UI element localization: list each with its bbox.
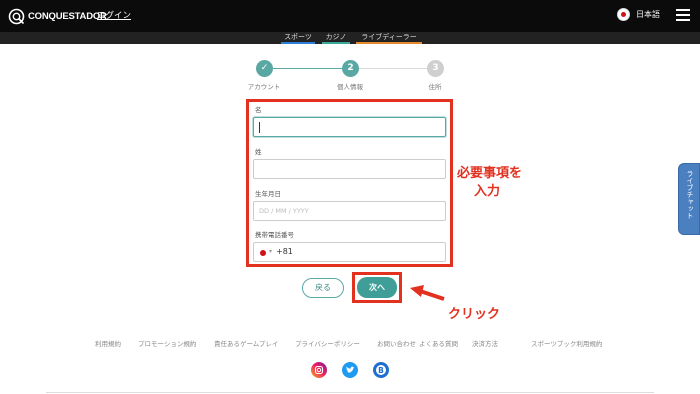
category-tabs: スポーツ カジノ ライブディーラー: [0, 32, 700, 44]
brand-logo[interactable]: CONQUESTADOR: [8, 7, 107, 25]
annotation-arrow-icon: [410, 285, 445, 301]
tab-sports-label: スポーツ: [284, 33, 312, 41]
birthdate-label: 生年月日: [255, 190, 281, 198]
live-chat-label: ライブチャット: [686, 170, 694, 219]
birthdate-input[interactable]: DD / MM / YYYY: [253, 201, 446, 221]
footer-link-contact[interactable]: お問い合わせ: [377, 338, 416, 348]
text-cursor: [259, 122, 260, 133]
brand-logo-text: CONQUESTADOR: [28, 10, 107, 22]
first-name-input[interactable]: [253, 117, 446, 137]
last-name-input[interactable]: [253, 159, 446, 179]
tab-casino[interactable]: カジノ: [322, 32, 350, 44]
tab-live-dealer-label: ライブディーラー: [361, 33, 417, 41]
annotation-required-line1: 必要事項を: [457, 166, 523, 181]
step-personal-label: 個人情報: [337, 83, 363, 91]
footer-link-responsible-gaming[interactable]: 責任あるゲームプレイ: [214, 338, 278, 348]
step-connector-2: [358, 68, 427, 69]
step-connector-1: [273, 68, 342, 69]
step-address-number: 3: [427, 60, 444, 77]
tab-sports-underline: [281, 42, 315, 44]
svg-text:B: B: [378, 366, 384, 375]
footer-link-promotion-terms[interactable]: プロモーション規約: [138, 338, 196, 348]
conquestador-logo-icon: [8, 8, 25, 25]
annotation-click: クリック: [448, 307, 501, 322]
chevron-down-icon[interactable]: ▾: [269, 243, 272, 261]
footer-link-payment-methods[interactable]: 決済方法: [472, 338, 498, 348]
language-label: 日本語: [636, 10, 660, 19]
step-account-label: アカウント: [247, 83, 281, 91]
login-link[interactable]: ログイン: [97, 9, 131, 21]
language-selector[interactable]: 日本語: [617, 8, 660, 21]
live-chat-button[interactable]: ライブチャット: [678, 163, 700, 235]
phone-country-code: +81: [276, 247, 293, 256]
step-account-check-icon: ✓: [256, 60, 273, 77]
blog-icon[interactable]: B: [373, 362, 389, 378]
step-address-label: 住所: [428, 83, 442, 91]
hamburger-icon[interactable]: [676, 9, 690, 21]
next-button[interactable]: 次へ: [357, 277, 397, 298]
phone-input[interactable]: ▾ +81: [253, 242, 446, 262]
twitter-icon[interactable]: [342, 362, 358, 378]
annotation-required-line2: 入力: [474, 184, 501, 199]
step-personal-number: 2: [342, 60, 359, 77]
footer-link-privacy-policy[interactable]: プライバシーポリシー: [295, 338, 360, 348]
tab-casino-label: カジノ: [325, 33, 347, 41]
footer-link-terms[interactable]: 利用規約: [95, 338, 121, 348]
phone-label: 携帯電話番号: [255, 231, 294, 239]
instagram-icon[interactable]: [311, 362, 327, 378]
first-name-label: 名: [255, 106, 262, 114]
last-name-label: 姓: [255, 148, 262, 156]
japan-flag-icon: [260, 250, 266, 256]
footer-link-faq[interactable]: よくある質問: [419, 338, 458, 348]
tab-casino-underline: [322, 42, 350, 44]
japan-flag-icon: [617, 8, 630, 21]
tab-live-dealer-underline: [356, 42, 422, 44]
back-button[interactable]: 戻る: [302, 278, 344, 298]
top-navigation-bar: CONQUESTADOR ログイン 日本語: [0, 0, 700, 32]
footer-link-sportsbook-terms[interactable]: スポーツブック利用規約: [531, 338, 602, 348]
tab-sports[interactable]: スポーツ: [281, 32, 315, 44]
tab-live-dealer[interactable]: ライブディーラー: [356, 32, 422, 44]
footer-divider: [46, 392, 654, 393]
